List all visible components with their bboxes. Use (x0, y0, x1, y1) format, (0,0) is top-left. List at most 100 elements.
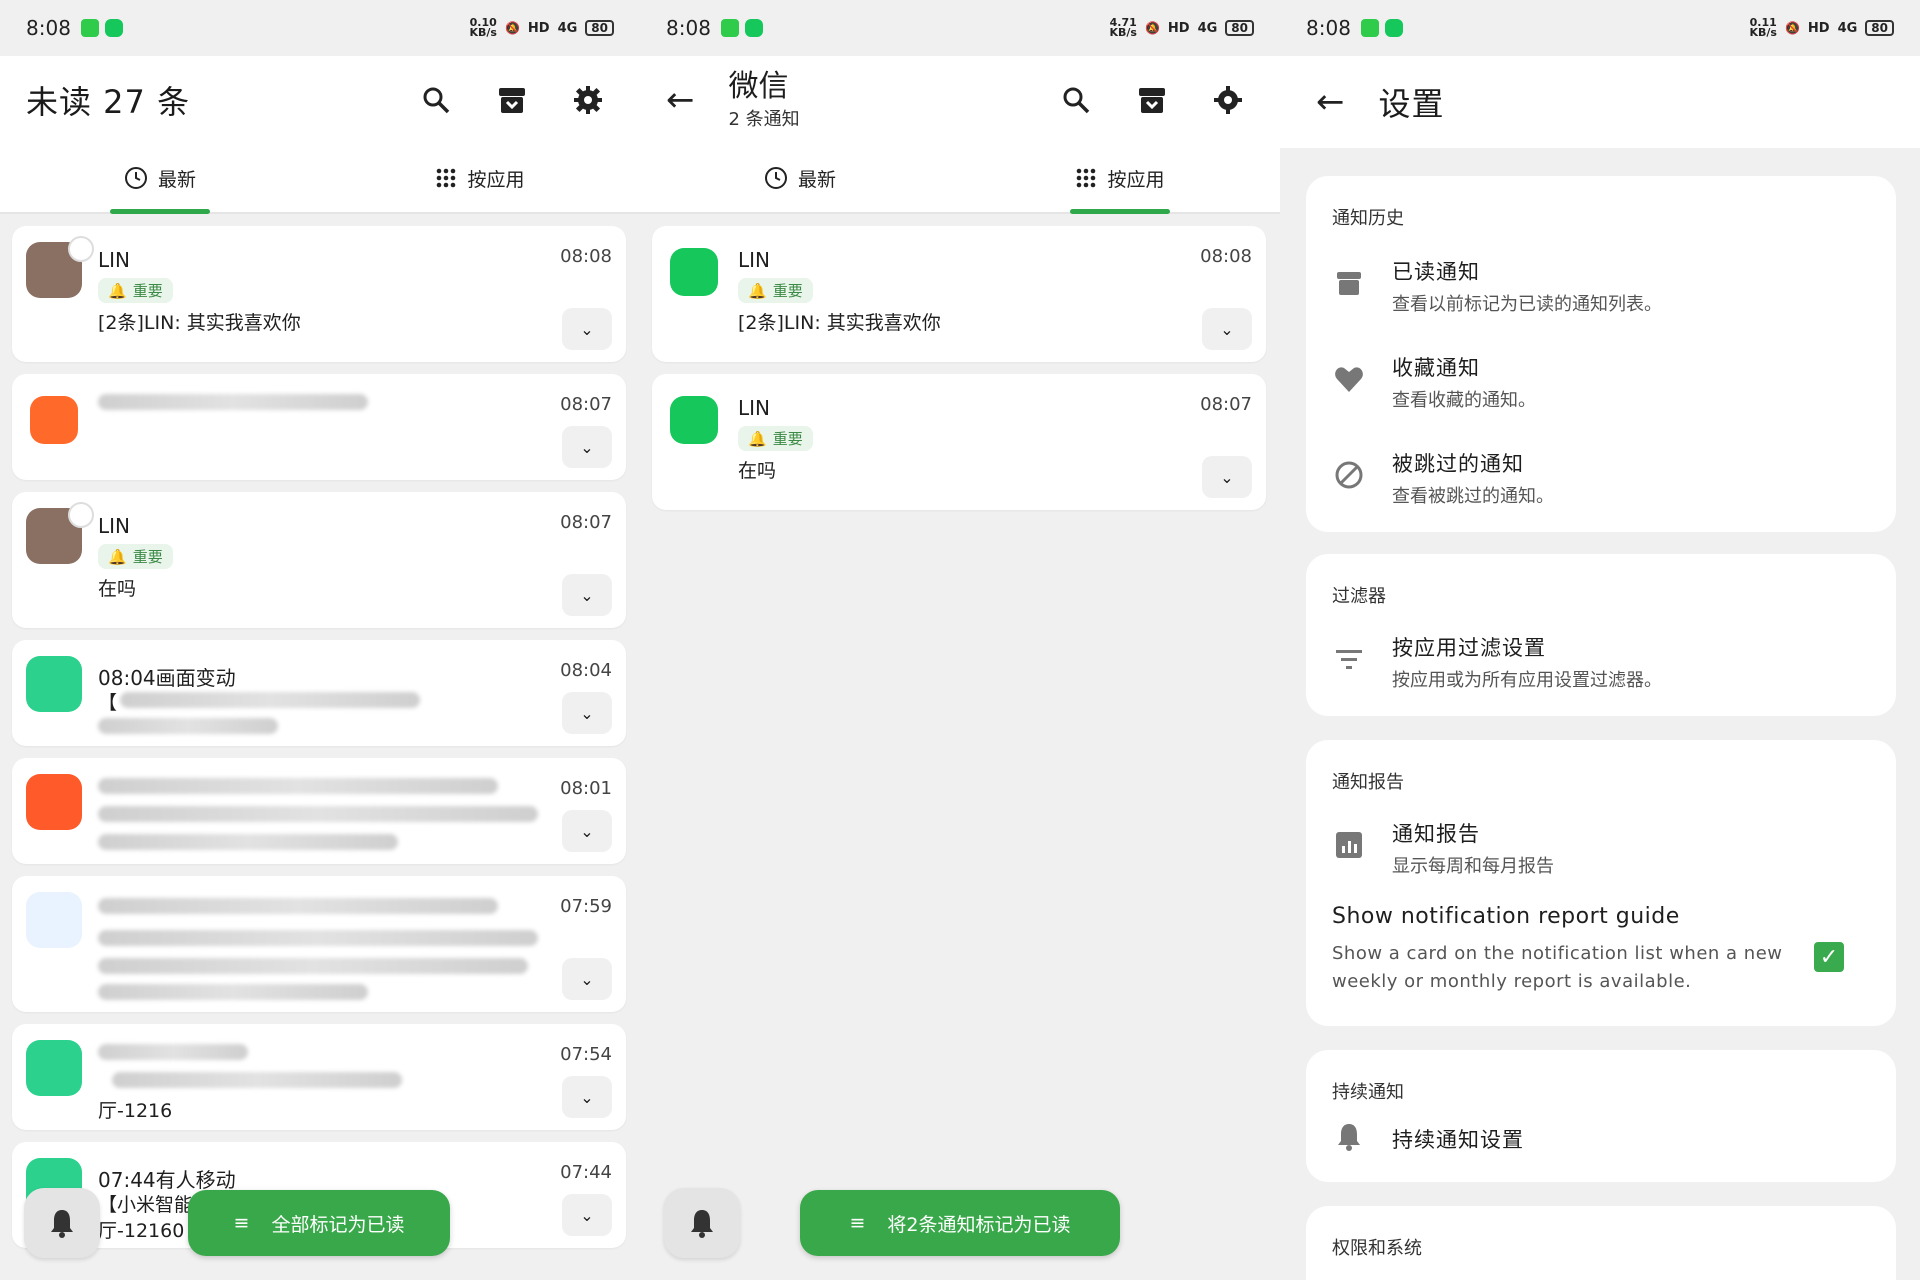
archive-icon[interactable] (1136, 84, 1168, 116)
notification-card[interactable]: 08:04画面变动 08:04 【 ⌄ (12, 640, 626, 746)
item-title: 已读通知 (1392, 260, 1480, 284)
expand-button[interactable]: ⌄ (562, 1194, 612, 1236)
back-arrow-icon[interactable]: ← (1316, 82, 1345, 122)
notification-time: 08:08 (1200, 246, 1252, 267)
favorite-notifications-item[interactable]: 收藏通知 查看收藏的通知。 (1306, 338, 1896, 434)
filter-icon (1332, 642, 1366, 676)
expand-button[interactable]: ⌄ (562, 426, 612, 468)
mute-icon: 🔕 (1144, 21, 1160, 35)
search-icon[interactable] (1060, 84, 1092, 116)
expand-button[interactable]: ⌄ (562, 692, 612, 734)
notification-title: 08:04画面变动 (98, 666, 236, 690)
bell-alert-icon: 🔔 (748, 429, 767, 448)
expand-button[interactable]: ⌄ (1202, 308, 1252, 350)
report-guide-toggle-item[interactable]: Show notification report guide Show a ca… (1306, 904, 1896, 1014)
tab-latest-label: 最新 (797, 168, 836, 191)
notification-settings-button[interactable] (664, 1188, 740, 1258)
app-avatar (26, 656, 82, 712)
sender-name: LIN (738, 248, 771, 272)
tab-bar: 最新 按应用 (0, 144, 640, 214)
tab-latest[interactable]: 最新 (0, 144, 320, 212)
hd-icon: HD (527, 20, 550, 36)
mark-all-read-button[interactable]: ≡ 全部标记为已读 (188, 1190, 450, 1256)
blurred-content (120, 692, 420, 708)
chevron-down-icon: ⌄ (580, 319, 594, 339)
blurred-content (98, 898, 498, 914)
ongoing-settings-item[interactable]: 持续通知设置 (1306, 1116, 1896, 1176)
notification-time: 07:54 (560, 1044, 612, 1065)
clock-icon (764, 167, 787, 189)
notification-card[interactable]: LIN 08:07 🔔 重要 在吗 ⌄ (12, 492, 626, 628)
notification-title: 07:44有人移动 (98, 1168, 236, 1192)
gear-icon[interactable] (1212, 84, 1244, 116)
notification-settings-button[interactable] (24, 1188, 100, 1258)
bar-chart-icon (1332, 828, 1366, 862)
expand-button[interactable]: ⌄ (1202, 456, 1252, 498)
search-icon[interactable] (420, 84, 452, 116)
expand-button[interactable]: ⌄ (562, 810, 612, 852)
bell-alert-icon: 🔔 (108, 281, 127, 300)
notification-card[interactable]: 08:01 ⌄ (12, 758, 626, 864)
blurred-content (98, 718, 278, 734)
expand-button[interactable]: ⌄ (562, 958, 612, 1000)
item-subtitle: 查看收藏的通知。 (1392, 390, 1536, 411)
expand-button[interactable]: ⌄ (562, 308, 612, 350)
app-header: ← 微信 2 条通知 (640, 56, 1280, 144)
message-text-line2: 厅-12160 (98, 1220, 185, 1242)
section-title: 权限和系统 (1332, 1238, 1422, 1259)
message-text: [2条]LIN: 其实我喜欢你 (98, 312, 301, 334)
apps-grid-icon (1077, 168, 1096, 188)
notification-card[interactable]: LIN 08:08 🔔 重要 [2条]LIN: 其实我喜欢你 ⌄ (652, 226, 1266, 362)
bell-icon (1332, 1120, 1366, 1154)
panel-settings: 8:08 0.11 KB/s 🔕 HD 4G 80 ← 设置 通知历史 已读通知… (1280, 0, 1920, 1280)
notification-card[interactable]: 08:07 ⌄ (12, 374, 626, 480)
tab-by-app[interactable]: 按应用 (960, 144, 1280, 212)
tab-by-app[interactable]: 按应用 (320, 144, 640, 212)
blurred-content (98, 1044, 248, 1060)
report-section: 通知报告 通知报告 显示每周和每月报告 Show notification re… (1306, 740, 1896, 1026)
read-notifications-item[interactable]: 已读通知 查看以前标记为已读的通知列表。 (1306, 242, 1896, 338)
chevron-down-icon: ⌄ (580, 821, 594, 841)
mute-icon: 🔕 (1784, 21, 1800, 35)
blurred-content (98, 394, 368, 410)
skipped-notifications-item[interactable]: 被跳过的通知 查看被跳过的通知。 (1306, 434, 1896, 530)
hd-icon: HD (1167, 20, 1190, 36)
notification-card[interactable]: LIN 08:07 🔔 重要 在吗 ⌄ (652, 374, 1266, 510)
page-subtitle: 2 条通知 (728, 109, 800, 130)
back-arrow-icon[interactable]: ← (666, 80, 695, 120)
history-section: 通知历史 已读通知 查看以前标记为已读的通知列表。 收藏通知 查看收藏的通知。 … (1306, 176, 1896, 532)
item-title: 收藏通知 (1392, 356, 1480, 380)
permission-section: 权限和系统 (1306, 1206, 1896, 1280)
tab-by-app-label: 按应用 (1107, 168, 1165, 191)
notification-card[interactable]: 厅-1216 07:54 ⌄ (12, 1024, 626, 1130)
app-filter-settings-item[interactable]: 按应用过滤设置 按应用或为所有应用设置过滤器。 (1306, 618, 1896, 714)
chevron-down-icon: ⌄ (580, 585, 594, 605)
blurred-content (98, 930, 538, 946)
mark-read-button[interactable]: ≡ 将2条通知标记为已读 (800, 1190, 1120, 1256)
message-text: 【 (98, 692, 118, 714)
battery-icon: 80 (1865, 20, 1894, 36)
status-time: 8:08 (666, 16, 711, 40)
mark-read-label: 将2条通知标记为已读 (887, 1213, 1071, 1236)
expand-button[interactable]: ⌄ (562, 1076, 612, 1118)
chevron-down-icon: ⌄ (580, 703, 594, 723)
section-title: 过滤器 (1332, 586, 1386, 607)
notification-card[interactable]: 07:59 ⌄ (12, 876, 626, 1012)
wechat-icon (670, 396, 718, 444)
tab-latest[interactable]: 最新 (640, 144, 960, 212)
net-speed: 0.10 KB/s (469, 16, 497, 39)
notification-card[interactable]: LIN 08:08 🔔 重要 [2条]LIN: 其实我喜欢你 ⌄ (12, 226, 626, 362)
expand-button[interactable]: ⌄ (562, 574, 612, 616)
important-badge: 🔔 重要 (738, 278, 813, 303)
signal-icon: 4G (1197, 20, 1218, 36)
notification-report-item[interactable]: 通知报告 显示每周和每月报告 (1306, 804, 1896, 900)
wechat-badge-icon (68, 502, 94, 528)
archive-icon[interactable] (496, 84, 528, 116)
report-guide-checkbox[interactable]: ✓ (1814, 942, 1844, 972)
mark-all-read-label: 全部标记为已读 (271, 1213, 405, 1236)
gear-icon[interactable] (572, 84, 604, 116)
mute-icon: 🔕 (504, 21, 520, 35)
item-title: Show notification report guide (1332, 904, 1680, 929)
bell-icon (691, 1210, 713, 1238)
apps-grid-icon (437, 168, 456, 188)
